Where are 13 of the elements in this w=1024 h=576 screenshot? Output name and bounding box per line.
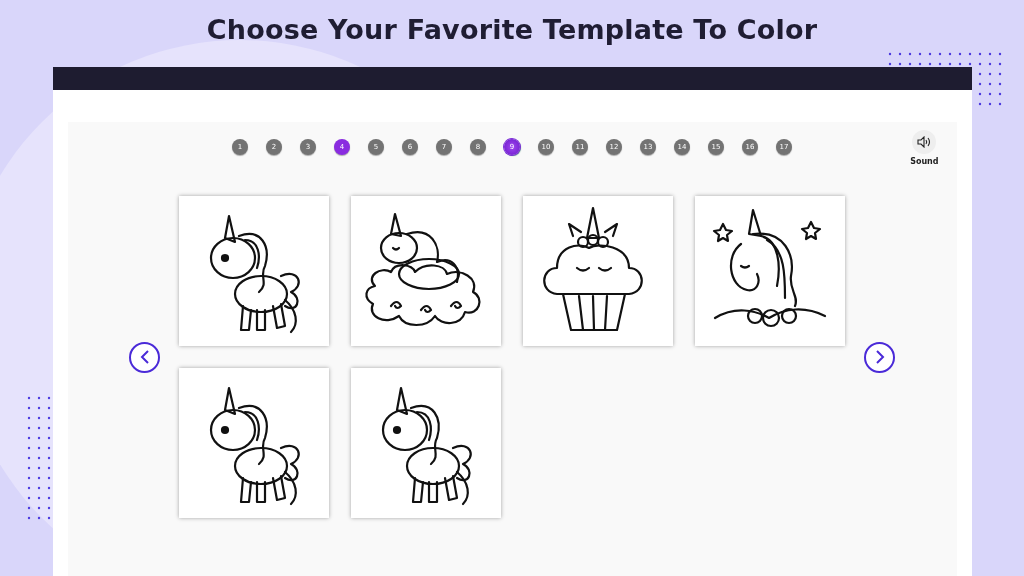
template-card[interactable] (523, 196, 673, 346)
template-card[interactable] (351, 368, 501, 518)
template-card[interactable] (179, 196, 329, 346)
next-button[interactable] (864, 341, 895, 373)
template-card[interactable] (179, 368, 329, 518)
template-card[interactable] (351, 196, 501, 346)
chevron-right-icon (874, 350, 885, 364)
template-card[interactable] (695, 196, 845, 346)
previous-button[interactable] (129, 341, 160, 373)
speaker-icon[interactable] (912, 130, 937, 154)
chevron-left-icon (139, 350, 150, 364)
sound-label: Sound (910, 157, 939, 166)
page-title: Choose Your Favorite Template To Color (206, 14, 818, 47)
